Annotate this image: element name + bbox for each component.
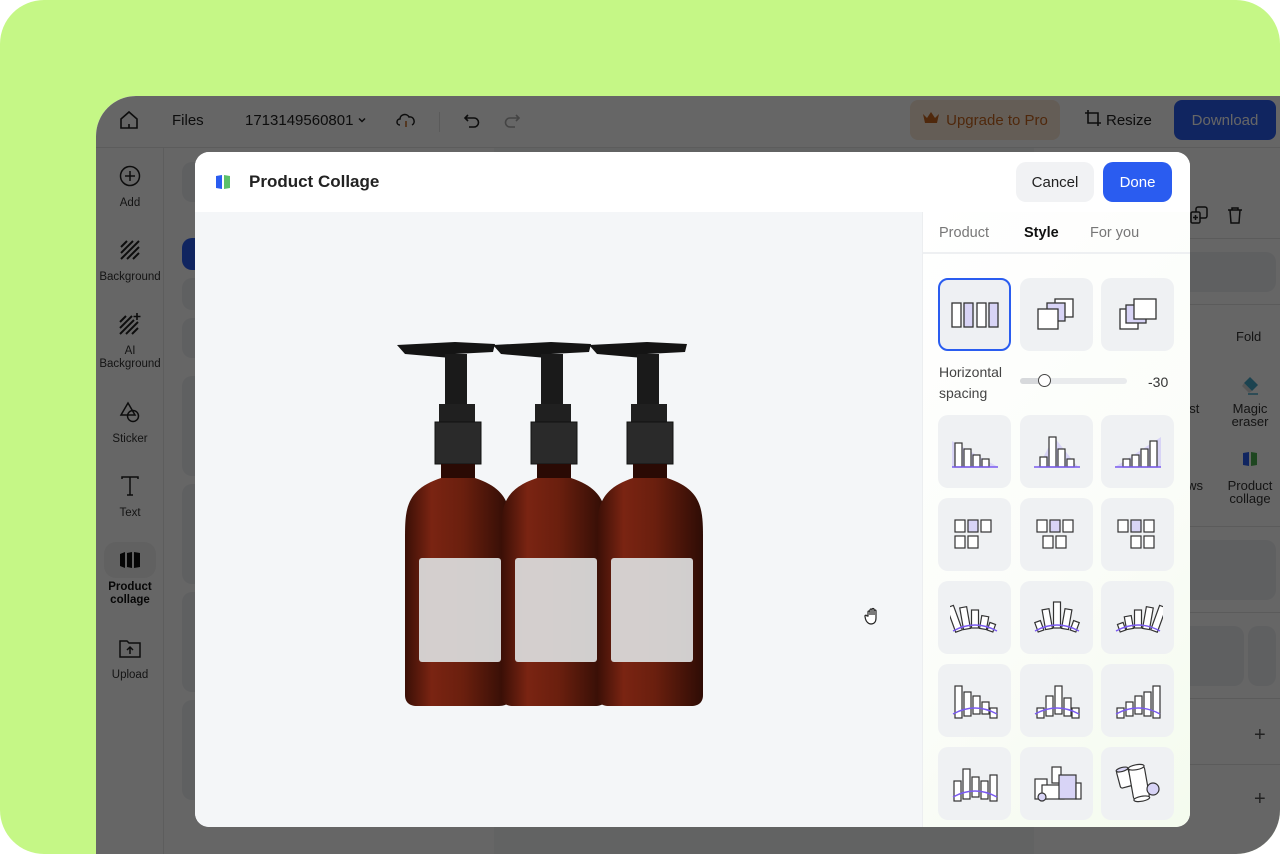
- done-button[interactable]: Done: [1103, 162, 1172, 202]
- spacing-value: -30: [1148, 374, 1169, 390]
- style-tile-arc-fan-descending[interactable]: [938, 581, 1011, 654]
- arc-ascending-icon: [1115, 684, 1161, 719]
- boxes-stack-icon: [1033, 765, 1082, 802]
- style-tile-boxes-stack[interactable]: [1020, 747, 1093, 820]
- slider-handle[interactable]: [1037, 374, 1051, 387]
- style-panel: Product Style For you Horizontal spacing: [922, 212, 1190, 827]
- arc-descending-icon: [952, 684, 998, 719]
- style-tile-descending-bars[interactable]: [938, 415, 1011, 488]
- tab-product[interactable]: Product: [939, 225, 989, 241]
- tab-for-you[interactable]: For you: [1090, 225, 1139, 241]
- collage-preview[interactable]: [195, 212, 922, 827]
- grid-left-icon: [953, 518, 992, 549]
- style-tile-arc-mixed[interactable]: [938, 747, 1011, 820]
- hand-cursor-icon: [864, 607, 882, 630]
- style-tile-ascending-bars[interactable]: [1101, 415, 1174, 488]
- stacked-right-icon: [1036, 297, 1074, 330]
- style-tile-arc-fan-ascending[interactable]: [1101, 581, 1174, 654]
- product-collage-modal: Product Collage Cancel Done Product Styl…: [195, 152, 1190, 827]
- style-tile-arc-descending[interactable]: [938, 664, 1011, 737]
- side-by-side-icon: [950, 301, 999, 328]
- layout-tile-stacked-left[interactable]: [1101, 278, 1174, 351]
- descending-bars-icon: [951, 440, 998, 468]
- style-tile-arc-ascending[interactable]: [1101, 664, 1174, 737]
- arc-fan-peak-icon: [1033, 600, 1080, 633]
- arc-fan-ascending-icon: [1115, 604, 1163, 633]
- product-collage-logo-icon: [215, 174, 231, 190]
- style-tile-arc-fan-peak[interactable]: [1020, 581, 1093, 654]
- horizontal-spacing-label: Horizontal spacing: [939, 362, 1002, 404]
- modal-header: Product Collage Cancel Done: [195, 152, 1190, 212]
- peak-center-bars-icon: [1033, 435, 1080, 468]
- spacing-label-line1: Horizontal: [939, 364, 1003, 380]
- style-tabs: Product Style For you: [923, 212, 1190, 254]
- cylinders-scatter-icon: [1115, 763, 1160, 802]
- cancel-button[interactable]: Cancel: [1016, 162, 1094, 202]
- horizontal-spacing-slider[interactable]: [1020, 374, 1127, 387]
- spacing-label-line2: spacing: [939, 385, 988, 401]
- layout-tile-side-by-side[interactable]: [938, 278, 1011, 351]
- style-tile-grid-right[interactable]: [1101, 498, 1174, 571]
- arc-mixed-icon: [952, 767, 998, 802]
- arc-peak-icon: [1034, 684, 1080, 719]
- style-tile-arc-peak[interactable]: [1020, 664, 1093, 737]
- style-tile-grid-center[interactable]: [1020, 498, 1093, 571]
- style-tile-cylinders-scatter[interactable]: [1101, 747, 1174, 820]
- ascending-bars-icon: [1114, 436, 1161, 468]
- modal-title: Product Collage: [249, 172, 380, 191]
- style-tile-grid-left[interactable]: [938, 498, 1011, 571]
- layout-tile-stacked-right[interactable]: [1020, 278, 1093, 351]
- tab-style[interactable]: Style: [1024, 225, 1059, 241]
- stacked-left-icon: [1118, 297, 1157, 330]
- arc-fan-descending-icon: [949, 604, 997, 633]
- product-bottles-image[interactable]: [395, 340, 725, 710]
- style-tile-peak-center-bars[interactable]: [1020, 415, 1093, 488]
- grid-center-icon: [1035, 518, 1074, 549]
- grid-right-icon: [1116, 518, 1155, 549]
